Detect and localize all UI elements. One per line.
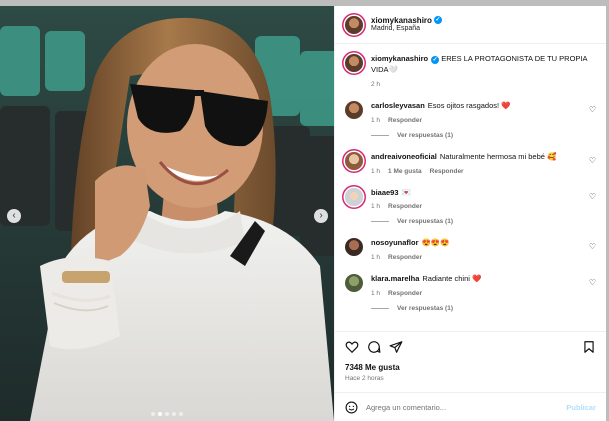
like-heart-icon[interactable]	[345, 340, 359, 354]
view-replies-button[interactable]: Ver respuestas (1)	[371, 218, 596, 225]
like-comment-heart-icon[interactable]: ♡	[589, 105, 596, 114]
commenter-avatar[interactable]	[345, 187, 363, 206]
reply-button[interactable]: Responder	[388, 203, 422, 210]
post-timestamp: Hace 2 horas	[345, 375, 384, 382]
chevron-left-icon: ‹	[12, 210, 16, 221]
carousel-dot	[165, 412, 169, 416]
author-username[interactable]: xiomykanashiro	[371, 16, 432, 26]
share-send-icon[interactable]	[389, 340, 403, 354]
like-comment-heart-icon[interactable]: ♡	[589, 192, 596, 201]
verified-icon: ✓	[431, 56, 440, 64]
view-replies-button[interactable]: Ver respuestas (1)	[371, 305, 596, 312]
commenter-username[interactable]: biaae93	[371, 188, 399, 197]
commenter-avatar[interactable]	[345, 100, 363, 119]
comment-item: klara.marelha Radiante chini ❤️ 1 h Respon…	[345, 274, 596, 312]
comment-item: andreaivoneoficial Naturalmente hermosa m…	[345, 151, 596, 175]
carousel-dot	[172, 412, 176, 416]
post-header: xiomykanashiro ✓ Madrid, España	[335, 6, 606, 44]
previous-photo-button[interactable]: ‹	[7, 209, 21, 223]
comment-text: 💌	[401, 187, 411, 197]
comment-text: Naturalmente hermosa mi bebé 🥰	[439, 151, 557, 161]
carousel-dot	[179, 412, 183, 416]
comments-list[interactable]: xiomykanashiro ✓ ERES LA PROTAGONISTA DE …	[335, 44, 606, 331]
comment-time: 1 h	[371, 203, 381, 211]
commenter-username[interactable]: nosoyunaflor	[371, 238, 419, 247]
commenter-username[interactable]: carlosleyvasan	[371, 101, 425, 110]
reply-button[interactable]: Responder	[388, 254, 422, 261]
add-comment-bar: Publicar	[335, 392, 606, 421]
comment-time: 1 h	[371, 254, 381, 262]
comment-time: 1 h	[371, 290, 381, 298]
comment-input[interactable]	[366, 402, 567, 412]
post-sidebar: xiomykanashiro ✓ Madrid, España xiomykan…	[334, 6, 606, 421]
comment-text: Esos ojitos rasgados! ❤️	[427, 100, 511, 110]
like-comment-heart-icon[interactable]: ♡	[589, 242, 596, 251]
view-replies-button[interactable]: Ver respuestas (1)	[371, 132, 596, 139]
post-caption: xiomykanashiro ✓ ERES LA PROTAGONISTA DE …	[345, 54, 596, 88]
chevron-right-icon: ›	[319, 210, 323, 221]
comment-like-count[interactable]: 1 Me gusta	[388, 168, 422, 175]
comment-text: 😍😍😍	[421, 238, 450, 248]
post-photo[interactable]: ‹ ›	[0, 6, 334, 421]
save-bookmark-icon[interactable]	[582, 340, 596, 354]
post-actions: 7348 Me gusta Hace 2 horas	[335, 331, 606, 384]
carousel-indicator	[0, 412, 334, 416]
comment-time: 1 h	[371, 116, 381, 124]
comment-bubble-icon[interactable]	[367, 340, 381, 354]
carousel-dot	[151, 412, 155, 416]
commenter-avatar[interactable]	[345, 274, 363, 293]
comment-item: carlosleyvasan Esos ojitos rasgados! ❤️ 1…	[345, 100, 596, 139]
commenter-username[interactable]: klara.marelha	[371, 274, 419, 283]
carousel-dot-active	[158, 412, 162, 416]
like-comment-heart-icon[interactable]: ♡	[589, 278, 596, 287]
post-location[interactable]: Madrid, España	[371, 25, 442, 33]
reply-button[interactable]: Responder	[430, 168, 464, 175]
post-modal: ‹ › xiomykanashiro ✓ Madrid, España xiom…	[0, 6, 606, 421]
caption-time: 2 h	[371, 80, 381, 88]
emoji-icon[interactable]	[345, 401, 358, 414]
caption-avatar[interactable]	[345, 54, 363, 72]
like-comment-heart-icon[interactable]: ♡	[589, 156, 596, 165]
like-count[interactable]: 7348 Me gusta	[345, 363, 596, 372]
selfie-image	[0, 6, 334, 421]
comment-text: Radiante chini ❤️	[422, 274, 482, 284]
reply-button[interactable]: Responder	[388, 290, 422, 297]
verified-icon: ✓	[433, 16, 442, 25]
next-photo-button[interactable]: ›	[314, 209, 328, 223]
publish-button[interactable]: Publicar	[566, 403, 596, 412]
caption-username[interactable]: xiomykanashiro	[371, 54, 428, 63]
comment-item: biaae93 💌 1 h Responder ♡ Ver respuestas (…	[345, 187, 596, 225]
reply-button[interactable]: Responder	[388, 117, 422, 124]
comment-item: nosoyunaflor 😍😍😍 1 h Responder ♡	[345, 238, 596, 261]
author-avatar[interactable]	[345, 15, 363, 34]
commenter-avatar[interactable]	[345, 151, 363, 170]
commenter-avatar[interactable]	[345, 238, 363, 257]
comment-time: 1 h	[371, 167, 381, 175]
commenter-username[interactable]: andreaivoneoficial	[371, 152, 437, 161]
